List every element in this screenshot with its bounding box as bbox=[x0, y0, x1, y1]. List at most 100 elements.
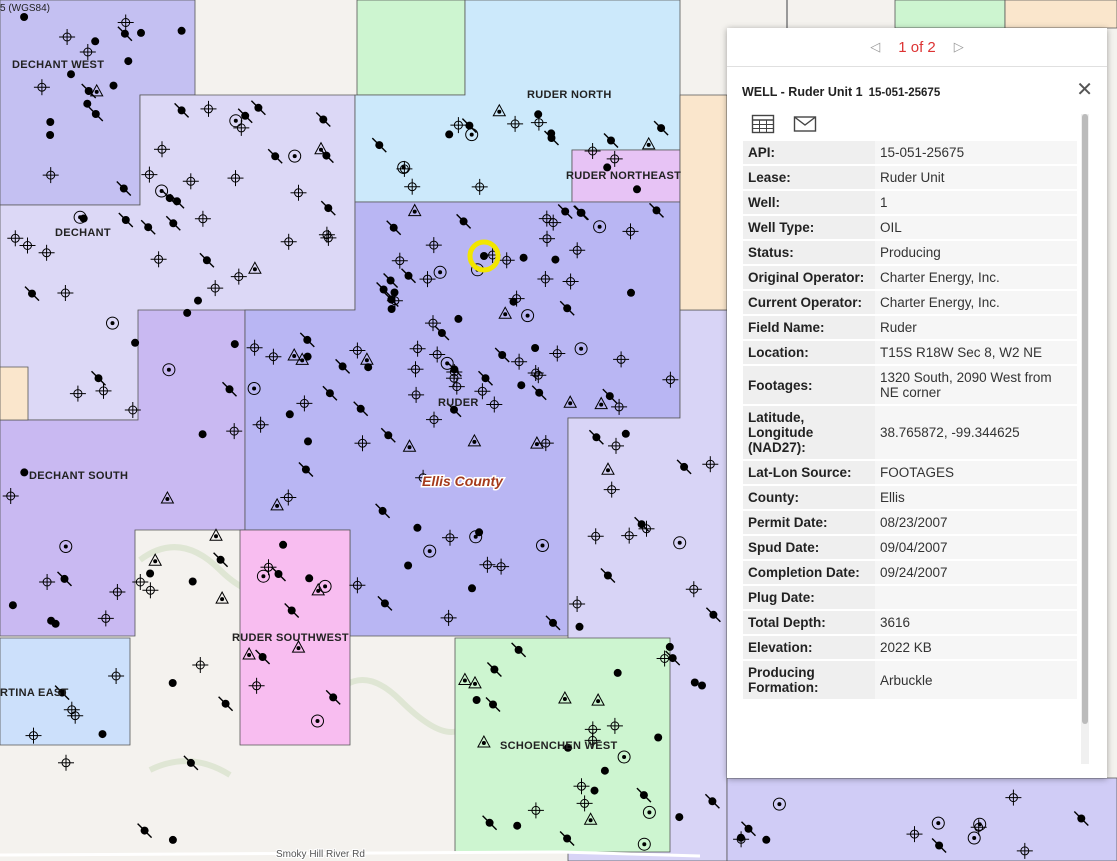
well-symbol[interactable] bbox=[469, 132, 474, 137]
well-symbol[interactable] bbox=[166, 367, 171, 372]
well-symbol[interactable] bbox=[531, 344, 540, 352]
well-symbol[interactable] bbox=[551, 255, 560, 264]
well-symbol[interactable] bbox=[387, 305, 396, 313]
well-symbol[interactable] bbox=[304, 437, 312, 446]
well-symbol[interactable] bbox=[568, 401, 573, 406]
well-symbol[interactable] bbox=[252, 267, 257, 272]
well-symbol[interactable] bbox=[46, 131, 55, 139]
well-symbol[interactable] bbox=[622, 755, 627, 759]
well-symbol[interactable] bbox=[412, 209, 417, 214]
well-symbol[interactable] bbox=[698, 681, 706, 690]
well-symbol[interactable] bbox=[513, 821, 522, 830]
well-symbol[interactable] bbox=[534, 110, 543, 119]
well-symbol[interactable] bbox=[472, 696, 481, 704]
well-symbol[interactable] bbox=[646, 142, 651, 147]
well-symbol[interactable] bbox=[247, 653, 252, 657]
well-symbol[interactable] bbox=[633, 185, 641, 194]
well-symbol[interactable] bbox=[194, 296, 202, 305]
well-symbol[interactable] bbox=[977, 822, 982, 827]
well-symbol[interactable] bbox=[364, 358, 369, 363]
well-symbol[interactable] bbox=[597, 224, 602, 229]
well-symbol[interactable] bbox=[220, 597, 225, 602]
well-symbol[interactable] bbox=[214, 534, 218, 539]
well-symbol[interactable] bbox=[407, 445, 412, 450]
well-symbol[interactable] bbox=[606, 468, 610, 473]
well-symbol[interactable] bbox=[137, 28, 145, 37]
well-symbol[interactable] bbox=[613, 668, 622, 677]
well-symbol[interactable] bbox=[445, 130, 454, 139]
mail-icon[interactable] bbox=[793, 114, 817, 134]
well-symbol[interactable] bbox=[275, 503, 280, 508]
well-symbol[interactable] bbox=[63, 544, 68, 549]
well-symbol[interactable] bbox=[525, 313, 530, 318]
well-symbol[interactable] bbox=[497, 109, 502, 114]
well-symbol[interactable] bbox=[445, 361, 450, 366]
well-symbol[interactable] bbox=[177, 26, 186, 35]
well-symbol[interactable] bbox=[534, 442, 539, 447]
selected-well[interactable] bbox=[480, 252, 488, 260]
well-symbol[interactable] bbox=[427, 549, 432, 554]
field-area-peach-east[interactable] bbox=[679, 94, 728, 311]
well-symbol[interactable] bbox=[285, 410, 294, 419]
well-symbol[interactable] bbox=[401, 165, 406, 170]
well-symbol[interactable] bbox=[252, 386, 257, 391]
well-symbol[interactable] bbox=[517, 381, 526, 390]
well-symbol[interactable] bbox=[475, 528, 484, 537]
well-symbol[interactable] bbox=[319, 147, 323, 152]
well-symbol[interactable] bbox=[183, 308, 192, 317]
well-symbol[interactable] bbox=[654, 733, 663, 742]
well-symbol[interactable] bbox=[279, 540, 288, 549]
field-area-peach-ne[interactable] bbox=[1004, 0, 1117, 29]
well-symbol[interactable] bbox=[94, 89, 99, 94]
well-symbol[interactable] bbox=[675, 813, 684, 822]
scrollbar-thumb[interactable] bbox=[1082, 114, 1088, 724]
well-symbol[interactable] bbox=[233, 118, 238, 123]
well-symbol[interactable] bbox=[153, 559, 158, 564]
chevron-right-icon[interactable]: ▷ bbox=[954, 39, 964, 55]
well-symbol[interactable] bbox=[519, 253, 528, 262]
field-area-southeast[interactable] bbox=[726, 777, 1117, 861]
well-symbol[interactable] bbox=[404, 561, 413, 570]
well-symbol[interactable] bbox=[109, 81, 118, 90]
well-symbol[interactable] bbox=[972, 836, 977, 840]
well-symbol[interactable] bbox=[230, 340, 239, 349]
well-symbol[interactable] bbox=[596, 699, 601, 704]
well-symbol[interactable] bbox=[777, 802, 782, 807]
well-symbol[interactable] bbox=[168, 835, 177, 844]
well-symbol[interactable] bbox=[690, 678, 699, 687]
well-symbol[interactable] bbox=[677, 540, 682, 545]
well-symbol[interactable] bbox=[540, 543, 545, 548]
field-area-green-north[interactable] bbox=[356, 0, 466, 96]
table-icon[interactable] bbox=[751, 114, 775, 134]
well-symbol[interactable] bbox=[468, 584, 476, 593]
well-symbol[interactable] bbox=[562, 697, 567, 701]
well-symbol[interactable] bbox=[165, 497, 170, 501]
well-symbol[interactable] bbox=[188, 577, 197, 586]
well-symbol[interactable] bbox=[936, 821, 941, 826]
well-symbol[interactable] bbox=[296, 646, 301, 651]
well-symbol[interactable] bbox=[300, 358, 305, 363]
well-symbol[interactable] bbox=[20, 13, 29, 21]
well-symbol[interactable] bbox=[261, 574, 266, 579]
well-symbol[interactable] bbox=[454, 314, 463, 323]
well-symbol[interactable] bbox=[621, 429, 630, 438]
well-symbol[interactable] bbox=[198, 430, 207, 439]
well-symbol[interactable] bbox=[413, 523, 422, 532]
well-symbol[interactable] bbox=[46, 118, 55, 126]
well-symbol[interactable] bbox=[91, 37, 100, 46]
field-area-green-ne[interactable] bbox=[894, 0, 1006, 29]
well-symbol[interactable] bbox=[303, 352, 312, 361]
well-symbol[interactable] bbox=[579, 346, 584, 351]
well-symbol[interactable] bbox=[124, 57, 133, 66]
well-symbol[interactable] bbox=[292, 354, 297, 358]
well-symbol[interactable] bbox=[590, 786, 599, 795]
well-symbol[interactable] bbox=[472, 439, 477, 444]
well-symbol[interactable] bbox=[600, 766, 609, 775]
well-symbol[interactable] bbox=[762, 835, 771, 844]
field-area-peach-west[interactable] bbox=[0, 366, 29, 421]
well-symbol[interactable] bbox=[292, 154, 297, 159]
well-symbol[interactable] bbox=[503, 312, 508, 317]
well-symbol[interactable] bbox=[168, 679, 177, 687]
well-symbol[interactable] bbox=[665, 642, 674, 651]
well-symbol[interactable] bbox=[481, 741, 486, 745]
